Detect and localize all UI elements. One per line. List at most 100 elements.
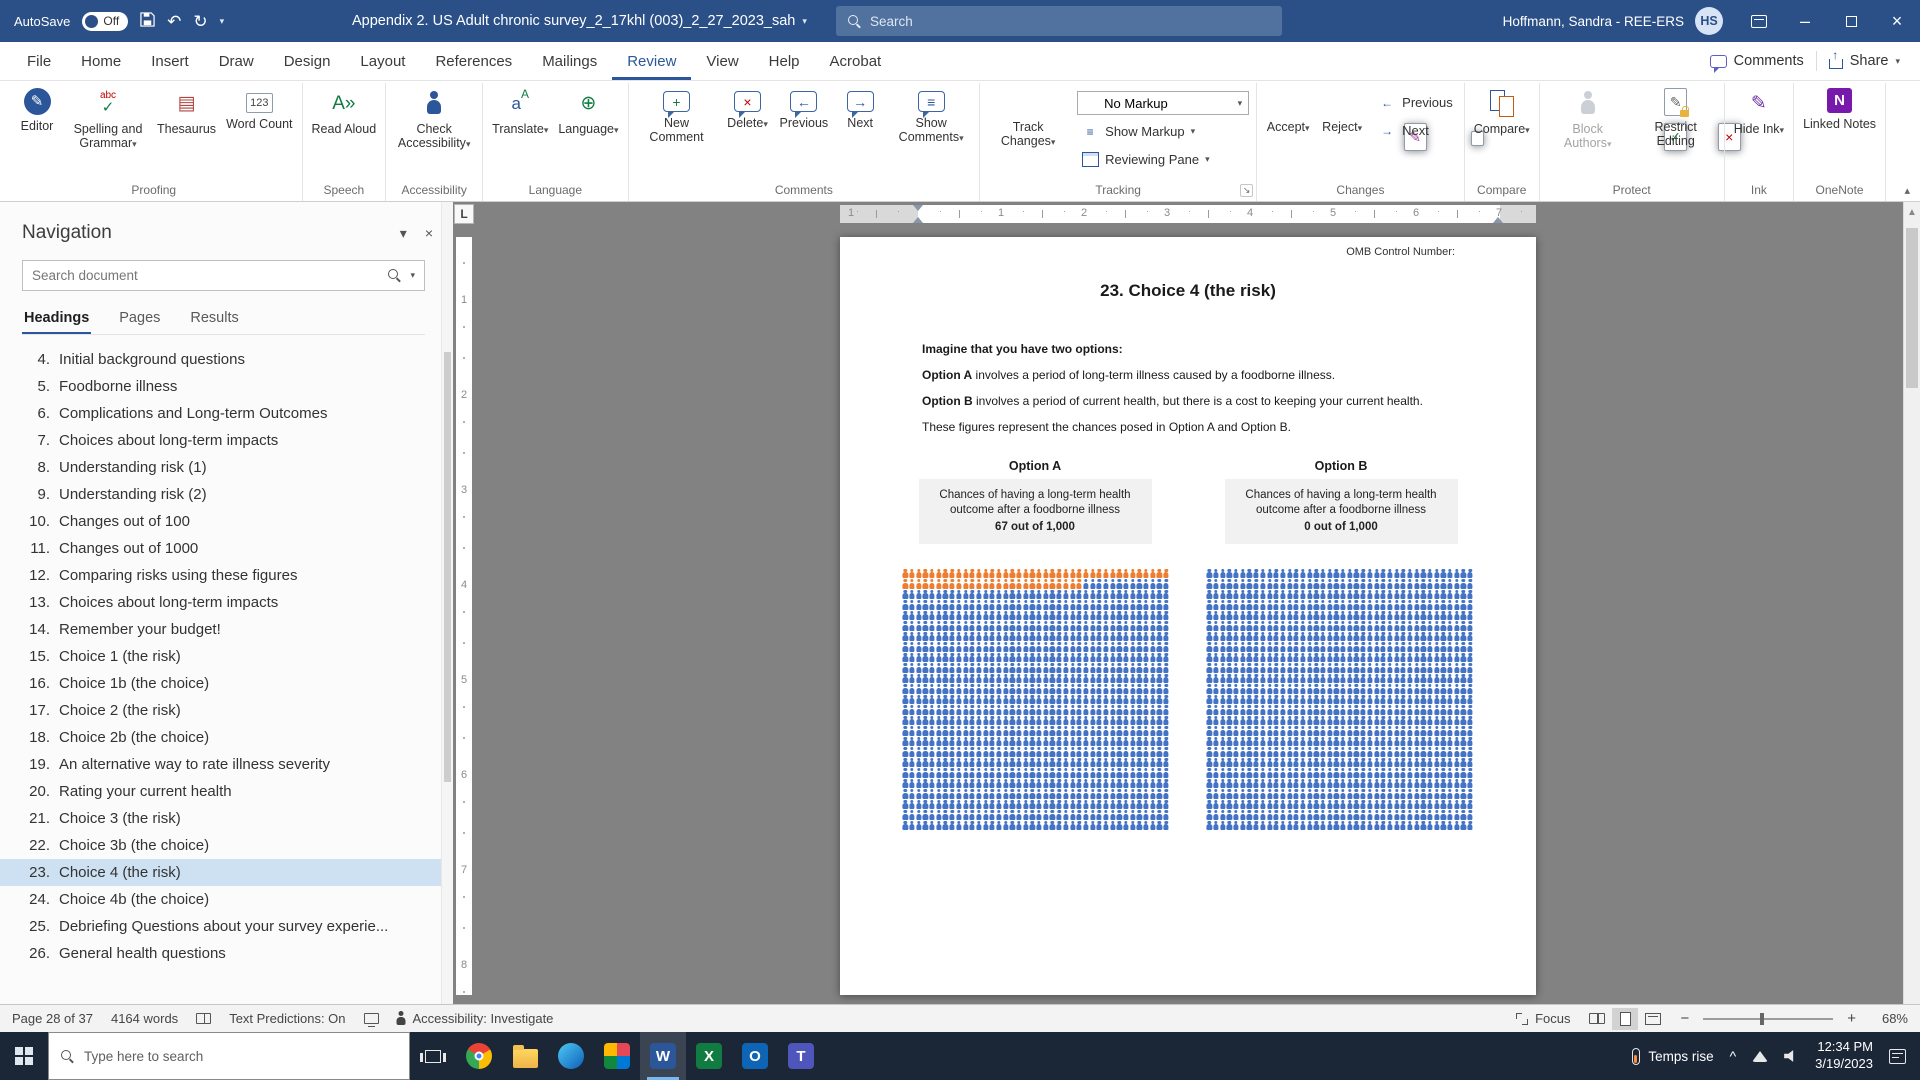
compare-button[interactable]: Compare▾ <box>1469 83 1535 139</box>
nav-heading-item[interactable]: 7.Choices about long-term impacts <box>0 427 453 454</box>
accept-button[interactable]: ✓Accept▾ <box>1261 83 1315 137</box>
taskbar-app-outlook[interactable]: O <box>732 1032 778 1080</box>
tab-references[interactable]: References <box>420 42 527 80</box>
nav-heading-item[interactable]: 20.Rating your current health <box>0 778 453 805</box>
linked-notes-button[interactable]: NLinked Notes <box>1798 83 1881 133</box>
translate-button[interactable]: aATranslate▾ <box>487 83 553 139</box>
web-layout-button[interactable] <box>1640 1008 1666 1030</box>
weather-widget[interactable]: Temps rise <box>1632 1048 1713 1065</box>
focus-button[interactable]: Focus <box>1516 1011 1570 1026</box>
zoom-slider[interactable] <box>1703 1018 1833 1020</box>
taskbar-app-edge[interactable] <box>548 1032 594 1080</box>
nav-heading-item[interactable]: 24.Choice 4b (the choice) <box>0 886 453 913</box>
hidden-icons-chevron[interactable]: ^ <box>1730 1048 1737 1064</box>
taskbar-app-word[interactable]: W <box>640 1032 686 1080</box>
read-aloud-button[interactable]: A»Read Aloud <box>307 83 382 138</box>
quick-access-chevron-icon[interactable]: ▾ <box>220 16 225 27</box>
tab-draw[interactable]: Draw <box>204 42 269 80</box>
nav-heading-item[interactable]: 6.Complications and Long-term Outcomes <box>0 400 453 427</box>
taskbar-app-photos[interactable] <box>594 1032 640 1080</box>
tab-mailings[interactable]: Mailings <box>527 42 612 80</box>
clock[interactable]: 12:34 PM 3/19/2023 <box>1815 1039 1873 1073</box>
check-accessibility-button[interactable]: Check Accessibility▾ <box>390 83 478 153</box>
page-indicator[interactable]: Page 28 of 37 <box>12 1011 93 1026</box>
user-name[interactable]: Hoffmann, Sandra - REE-ERS <box>1503 14 1684 29</box>
first-line-indent-marker[interactable] <box>913 205 923 211</box>
nav-heading-item[interactable]: 4.Initial background questions <box>0 346 453 373</box>
nav-heading-item[interactable]: 9.Understanding risk (2) <box>0 481 453 508</box>
nav-heading-item[interactable]: 16.Choice 1b (the choice) <box>0 670 453 697</box>
tab-acrobat[interactable]: Acrobat <box>815 42 897 80</box>
nav-heading-item[interactable]: 22.Choice 3b (the choice) <box>0 832 453 859</box>
avatar[interactable]: HS <box>1695 7 1723 35</box>
next-button[interactable]: →Next <box>833 83 887 132</box>
hide-ink-button[interactable]: ✎Hide Ink▾ <box>1729 83 1789 139</box>
word-count-indicator[interactable]: 4164 words <box>111 1011 178 1026</box>
delete-button[interactable]: ×Delete▾ <box>721 83 775 133</box>
nav-heading-item[interactable]: 21.Choice 3 (the risk) <box>0 805 453 832</box>
proofing-icon[interactable] <box>196 1013 211 1024</box>
text-predictions-indicator[interactable]: Text Predictions: On <box>229 1011 345 1026</box>
block-authors-button[interactable]: Block Authors▾ <box>1544 83 1632 153</box>
taskbar-app-chrome[interactable] <box>456 1032 502 1080</box>
track-changes-button[interactable]: ✎Track Changes▾ <box>984 83 1072 151</box>
reviewing-pane-button[interactable]: Reviewing Pane▾ <box>1077 148 1249 171</box>
restrict-editing-button[interactable]: ✎Restrict Editing <box>1632 83 1720 150</box>
tab-file[interactable]: File <box>12 42 66 80</box>
zoom-out-button[interactable]: − <box>1680 1010 1689 1027</box>
nav-heading-item[interactable]: 18.Choice 2b (the choice) <box>0 724 453 751</box>
tab-selector[interactable]: L <box>454 204 474 224</box>
tab-review[interactable]: Review <box>612 42 691 80</box>
taskbar-app-file-explorer[interactable] <box>502 1032 548 1080</box>
show-markup-button[interactable]: ≡Show Markup▾ <box>1077 120 1249 143</box>
previous-button[interactable]: ←Previous <box>775 83 834 132</box>
comments-button[interactable]: Comments <box>1710 53 1804 69</box>
close-button[interactable]: × <box>1874 0 1920 42</box>
tab-design[interactable]: Design <box>269 42 346 80</box>
recording-icon[interactable] <box>364 1013 379 1024</box>
nav-tab-pages[interactable]: Pages <box>117 307 162 334</box>
document-scrollbar-thumb[interactable] <box>1906 228 1918 388</box>
autosave-toggle[interactable]: Off <box>82 12 128 31</box>
nav-heading-item[interactable]: 19.An alternative way to rate illness se… <box>0 751 453 778</box>
volume-icon[interactable] <box>1784 1050 1799 1063</box>
scroll-up-icon[interactable]: ▲ <box>1904 202 1920 218</box>
nav-heading-item[interactable]: 11.Changes out of 1000 <box>0 535 453 562</box>
share-button[interactable]: Share ▾ <box>1829 53 1900 69</box>
zoom-in-button[interactable]: + <box>1847 1010 1856 1027</box>
taskbar-search[interactable] <box>48 1032 410 1080</box>
minimize-button[interactable]: – <box>1782 0 1828 42</box>
nav-heading-item[interactable]: 17.Choice 2 (the risk) <box>0 697 453 724</box>
maximize-button[interactable] <box>1828 0 1874 42</box>
zoom-level[interactable]: 68% <box>1870 1011 1908 1026</box>
taskbar-search-input[interactable] <box>84 1049 397 1064</box>
titlebar-search[interactable] <box>836 6 1282 36</box>
spelling-and-grammar-button[interactable]: abc✓Spelling and Grammar▾ <box>64 83 152 153</box>
previous-button[interactable]: ←Previous <box>1374 91 1457 114</box>
notifications-icon[interactable] <box>1889 1049 1906 1064</box>
redo-icon[interactable]: ↻ <box>193 13 207 30</box>
undo-icon[interactable]: ↶ <box>167 13 181 30</box>
display-for-review-combo[interactable]: No Markup▾ <box>1077 91 1249 115</box>
save-icon[interactable] <box>140 12 155 30</box>
collapse-ribbon-icon[interactable]: ▴ <box>1904 184 1910 197</box>
tab-layout[interactable]: Layout <box>345 42 420 80</box>
navigation-dropdown-icon[interactable]: ▾ <box>400 225 407 242</box>
editor-button[interactable]: ✎Editor <box>10 83 64 135</box>
taskbar-app-teams[interactable]: T <box>778 1032 824 1080</box>
language-button[interactable]: ⊕Language▾ <box>553 83 623 139</box>
taskbar-app-excel[interactable]: X <box>686 1032 732 1080</box>
nav-scrollbar[interactable] <box>441 202 453 1004</box>
document-scrollbar[interactable]: ▲ <box>1903 202 1920 1004</box>
task-view-button[interactable] <box>410 1032 456 1080</box>
nav-search-input[interactable] <box>32 268 379 283</box>
new-comment-button[interactable]: +New Comment <box>633 83 721 146</box>
tab-insert[interactable]: Insert <box>136 42 204 80</box>
dialog-launcher-icon[interactable]: ↘ <box>1240 184 1253 197</box>
zoom-slider-thumb[interactable] <box>1760 1013 1764 1025</box>
nav-heading-item[interactable]: 12.Comparing risks using these figures <box>0 562 453 589</box>
document-title[interactable]: Appendix 2. US Adult chronic survey_2_17… <box>352 0 807 42</box>
nav-tab-headings[interactable]: Headings <box>22 307 91 334</box>
titlebar-search-input[interactable] <box>870 14 1270 29</box>
accessibility-indicator[interactable]: Accessibility: Investigate <box>397 1011 554 1026</box>
